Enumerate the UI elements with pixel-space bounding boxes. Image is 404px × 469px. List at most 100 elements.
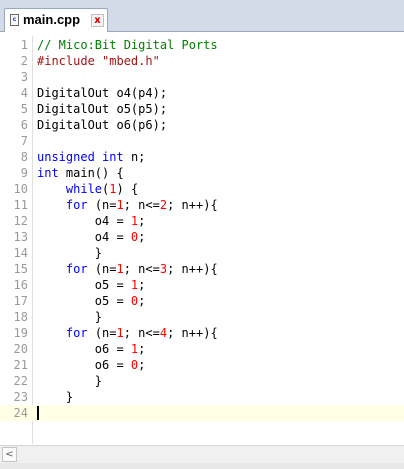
horizontal-scrollbar[interactable]: <: [0, 445, 404, 463]
line-code: DigitalOut o5(p5);: [37, 101, 167, 117]
text-caret: [37, 406, 39, 420]
line-number: 13: [13, 230, 28, 244]
code-line[interactable]: 7: [0, 133, 404, 149]
code-token: ;: [138, 342, 146, 356]
code-line[interactable]: 6 DigitalOut o6(p6);: [0, 117, 404, 133]
code-token: o5 =: [37, 294, 131, 308]
line-code: }: [37, 373, 102, 389]
code-line[interactable]: 16 o5 = 1;: [0, 277, 404, 293]
line-code: unsigned int n;: [37, 149, 145, 165]
code-token: o5 =: [37, 278, 131, 292]
code-token: (n=: [87, 326, 117, 340]
code-token: o4 =: [37, 214, 131, 228]
code-token: }: [37, 390, 74, 404]
line-number: 1: [20, 38, 28, 52]
code-token: ;: [138, 278, 146, 292]
code-line[interactable]: 21 o6 = 0;: [0, 357, 404, 373]
code-line[interactable]: 10 while(1) {: [0, 181, 404, 197]
line-number: 7: [20, 134, 28, 148]
code-token: 1: [116, 262, 124, 276]
code-line[interactable]: 4 DigitalOut o4(p4);: [0, 85, 404, 101]
code-line[interactable]: 11 for (n=1; n<=2; n++){: [0, 197, 404, 213]
code-token: while: [65, 182, 103, 196]
code-line[interactable]: 17 o5 = 0;: [0, 293, 404, 309]
code-token: 3: [159, 262, 168, 276]
scroll-left-arrow-icon[interactable]: <: [2, 447, 17, 462]
code-line[interactable]: 20 o6 = 1;: [0, 341, 404, 357]
code-token: 1: [109, 182, 117, 196]
code-line[interactable]: 8 unsigned int n;: [0, 149, 404, 165]
code-line[interactable]: 24: [0, 405, 404, 421]
code-line[interactable]: 9 int main() {: [0, 165, 404, 181]
line-code: for (n=1; n<=3; n++){: [37, 261, 218, 277]
line-code: DigitalOut o6(p6);: [37, 117, 167, 133]
code-line[interactable]: 22 }: [0, 373, 404, 389]
cpp-file-icon: c: [10, 14, 19, 26]
line-code: o5 = 1;: [37, 277, 146, 293]
code-line[interactable]: 5 DigitalOut o5(p5);: [0, 101, 404, 117]
editor-tab-bar: c main.cpp x: [0, 0, 404, 32]
code-token: ;: [138, 294, 146, 308]
code-line[interactable]: 1 // Mico:Bit Digital Ports: [0, 37, 404, 53]
code-token: }: [37, 246, 103, 260]
code-token: (n=: [87, 262, 117, 276]
code-editor[interactable]: 1 // Mico:Bit Digital Ports 2 #include "mbe…: [0, 36, 404, 444]
line-number: 11: [13, 198, 28, 212]
code-token: #include "mbed.h": [37, 54, 160, 68]
code-token: ; n<=: [123, 262, 160, 276]
code-token: ;: [138, 214, 146, 228]
line-code: }: [37, 309, 102, 325]
code-token: int: [37, 166, 59, 180]
code-line[interactable]: 15 for (n=1; n<=3; n++){: [0, 261, 404, 277]
code-token: DigitalOut o4(p4);: [37, 86, 168, 100]
code-line[interactable]: 18 }: [0, 309, 404, 325]
code-token: o4 =: [37, 230, 131, 244]
code-token: ; n++){: [167, 198, 218, 212]
line-code: for (n=1; n<=4; n++){: [37, 325, 218, 341]
code-line[interactable]: 19 for (n=1; n<=4; n++){: [0, 325, 404, 341]
line-code: o4 = 1;: [37, 213, 146, 229]
code-line[interactable]: 23 }: [0, 389, 404, 405]
code-line[interactable]: 14 }: [0, 245, 404, 261]
line-code: }: [37, 245, 102, 261]
code-token: 1: [116, 326, 124, 340]
line-number: 18: [13, 310, 28, 324]
tab-label: main.cpp: [23, 12, 81, 27]
code-token: ; n++){: [167, 262, 218, 276]
line-code: DigitalOut o4(p4);: [37, 85, 167, 101]
line-number: 16: [13, 278, 28, 292]
line-code: o5 = 0;: [37, 293, 146, 309]
code-line[interactable]: 3: [0, 69, 404, 85]
code-token: }: [37, 374, 103, 388]
line-number: 10: [13, 182, 28, 196]
code-token: ; n<=: [123, 198, 160, 212]
line-code: }: [37, 389, 73, 405]
line-number: 3: [20, 70, 28, 84]
code-token: ) {: [116, 182, 139, 196]
line-code: // Mico:Bit Digital Ports: [37, 37, 218, 53]
line-code: while(1) {: [37, 181, 138, 197]
line-code: for (n=1; n<=2; n++){: [37, 197, 218, 213]
line-number: 12: [13, 214, 28, 228]
code-token: o6 =: [37, 358, 131, 372]
line-code: o6 = 0;: [37, 357, 146, 373]
close-tab-icon[interactable]: x: [91, 14, 104, 27]
code-token: ;: [138, 230, 146, 244]
line-number: 6: [20, 118, 28, 132]
code-token: for: [65, 326, 88, 340]
line-number: 5: [20, 102, 28, 116]
tab-main-cpp[interactable]: c main.cpp x: [4, 8, 108, 32]
code-line[interactable]: 12 o4 = 1;: [0, 213, 404, 229]
code-token: // Mico:Bit Digital Ports: [37, 38, 218, 52]
code-line[interactable]: 13 o4 = 0;: [0, 229, 404, 245]
code-token: DigitalOut o6(p6);: [37, 118, 168, 132]
line-number: 14: [13, 246, 28, 260]
line-number: 15: [13, 262, 28, 276]
line-code: o6 = 1;: [37, 341, 146, 357]
code-token: main() {: [58, 166, 124, 180]
code-token: DigitalOut o5(p5);: [37, 102, 168, 116]
code-line[interactable]: 2 #include "mbed.h": [0, 53, 404, 69]
